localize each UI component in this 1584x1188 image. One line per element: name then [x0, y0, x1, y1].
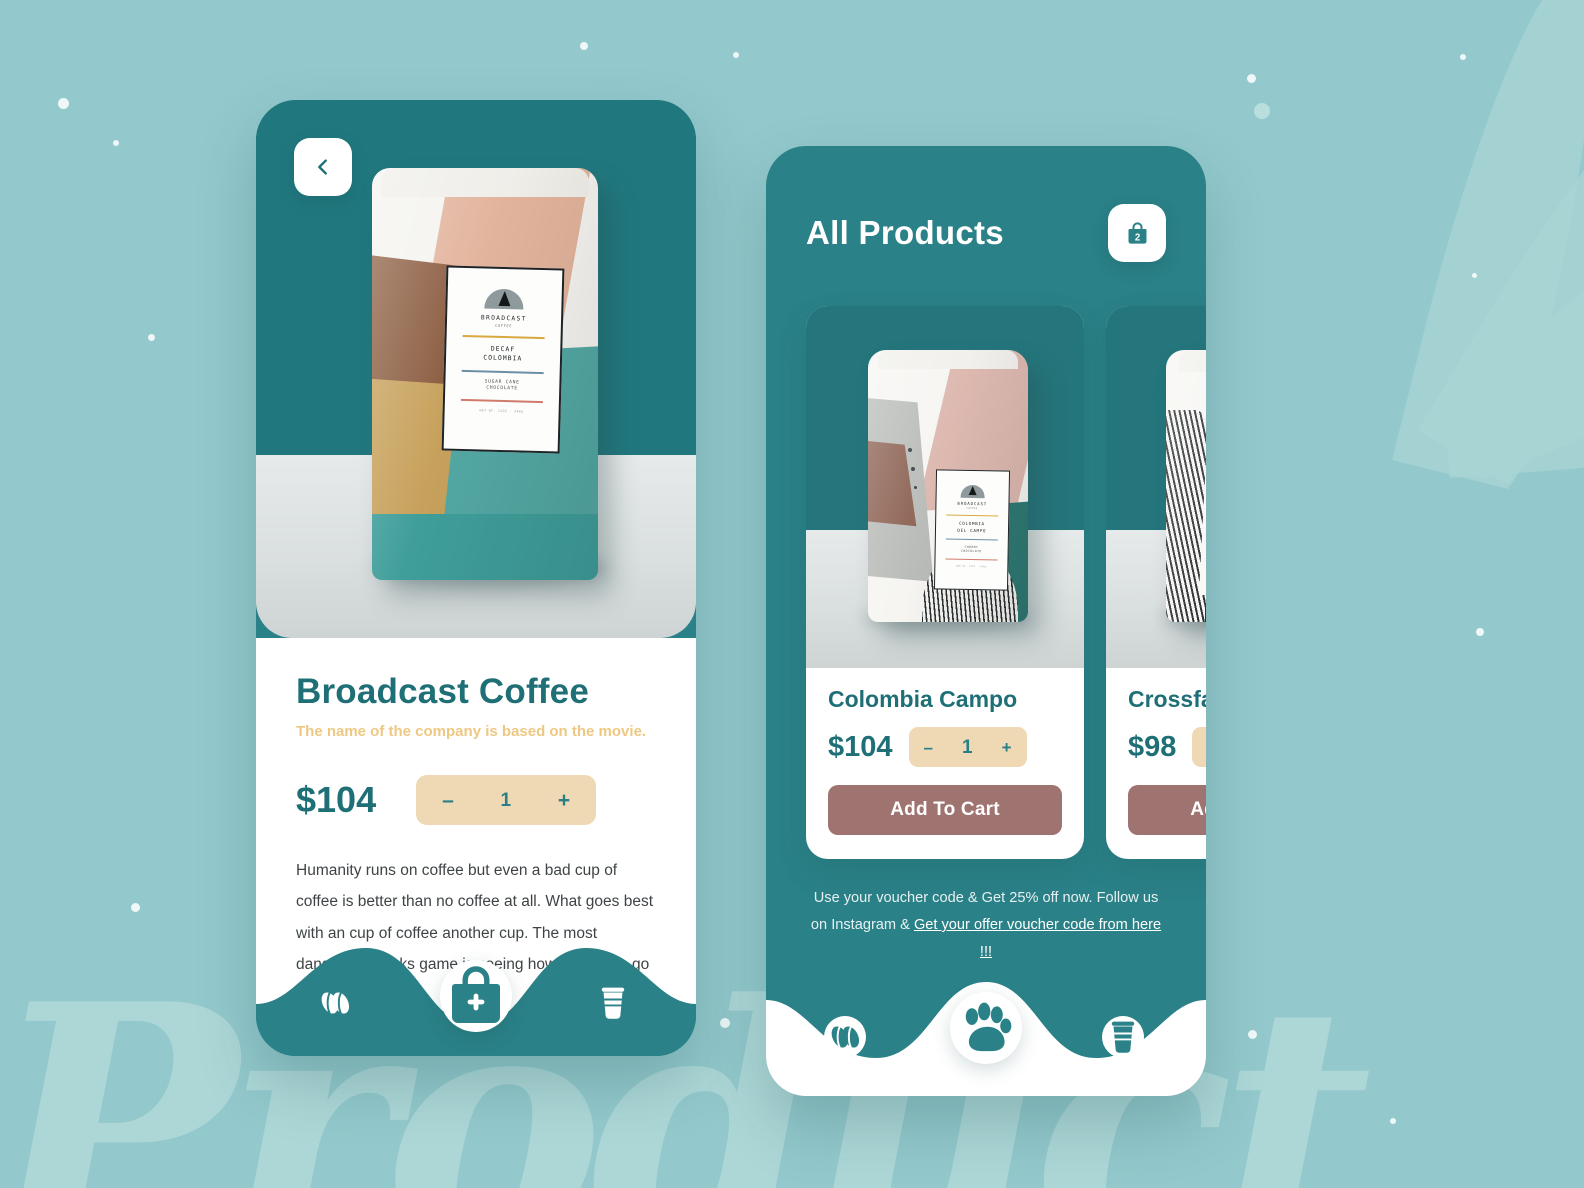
- decor-dot: [148, 334, 155, 341]
- chevron-left-icon: [318, 159, 327, 175]
- hero-image: BROADCAST COFFEE DECAF COLOMBIA SUGAR CA…: [256, 100, 696, 638]
- decor-dot: [1460, 54, 1466, 60]
- coffee-bag-body: [1166, 350, 1206, 622]
- bag-front-label: BROADCAST COFFEE DECAF COLOMBIA SUGAR CA…: [441, 265, 565, 454]
- product-photo: BROADCAST COFFEE CROSSFADE JAM CHOCOLATE…: [1106, 306, 1206, 668]
- bag-label-weight: NET WT. 12OZ · 340g: [956, 564, 987, 569]
- logo-triangle: [968, 485, 977, 496]
- page-title: Broadcast Coffee: [296, 672, 589, 711]
- coffee-bag: BROADCAST COFFEE COLOMBIA DEL CAMPO CHER…: [868, 350, 1028, 622]
- stepper-plus-button[interactable]: +: [1002, 739, 1012, 756]
- bag-label-brand-sub: COFFEE: [966, 506, 978, 510]
- nav-icon-row: [256, 934, 696, 1056]
- label-rule-blue: [946, 537, 998, 541]
- cart-badge-count: 2: [1134, 232, 1139, 243]
- bag-label-name-2: COLOMBIA: [483, 353, 523, 363]
- label-rule-gold: [946, 514, 999, 517]
- product-card[interactable]: BROADCAST COFFEE CROSSFADE JAM CHOCOLATE…: [1106, 306, 1206, 859]
- paw-print-icon: [965, 1002, 1012, 1052]
- label-rule-blue: [461, 369, 544, 374]
- decor-dot: [733, 52, 739, 58]
- label-rule-red: [461, 398, 543, 403]
- quantity-stepper[interactable]: – 1 +: [1192, 727, 1206, 767]
- product-tagline: The name of the company is based on the …: [296, 723, 647, 740]
- bag-front-label: BROADCAST COFFEE COLOMBIA DEL CAMPO CHER…: [934, 469, 1010, 590]
- product-card-list: BROADCAST COFFEE COLOMBIA DEL CAMPO CHER…: [766, 306, 1206, 859]
- price-row: $104 – 1 +: [296, 775, 656, 825]
- product-name: Crossfade Blend: [1128, 686, 1206, 712]
- bag-label-name-1: DECAF: [491, 344, 516, 354]
- quantity-stepper[interactable]: – 1 +: [416, 775, 597, 825]
- bag-logo-mark: [960, 484, 985, 498]
- product-card-info: Colombia Campo $104 – 1 + Add To Cart: [806, 668, 1084, 859]
- nav-paw[interactable]: [950, 992, 1022, 1064]
- nav-cup[interactable]: [592, 982, 634, 1024]
- bag-label-notes-2: CHOCOLATE: [961, 548, 982, 554]
- product-price: $104: [296, 779, 377, 820]
- product-detail-screen: BROADCAST COFFEE DECAF COLOMBIA SUGAR CA…: [256, 100, 696, 1056]
- product-price: $104: [828, 730, 893, 763]
- stepper-plus-button[interactable]: +: [558, 790, 570, 811]
- stepper-minus-button[interactable]: –: [924, 739, 933, 756]
- coffee-cup-icon: [1111, 1021, 1135, 1053]
- back-button[interactable]: [294, 138, 352, 196]
- decor-dot: [720, 1018, 730, 1028]
- decor-dot: [1390, 1118, 1396, 1124]
- product-price: $98: [1128, 730, 1177, 763]
- shopping-bag-icon: 2: [1128, 221, 1146, 244]
- logo-triangle: [498, 290, 511, 306]
- label-rule-red: [945, 557, 998, 561]
- decor-dot: [113, 140, 119, 146]
- product-card-info: Crossfade Blend $98 – 1 + Add To Cart: [1106, 668, 1206, 859]
- cart-button[interactable]: 2: [1108, 204, 1166, 262]
- page-title: All Products: [806, 214, 1004, 251]
- nav-beans[interactable]: [824, 1016, 866, 1058]
- bottom-navigation: [256, 934, 696, 1056]
- coffee-bag: BROADCAST COFFEE CROSSFADE JAM CHOCOLATE…: [1166, 350, 1206, 622]
- bag-label-brand-sub: COFFEE: [495, 323, 513, 329]
- decor-dot: [580, 42, 588, 50]
- stepper-quantity-value: 1: [961, 736, 973, 758]
- product-photo: BROADCAST COFFEE COLOMBIA DEL CAMPO CHER…: [806, 306, 1084, 668]
- bag-label-weight: NET WT. 12OZ · 340g: [479, 408, 524, 414]
- bag-logo-mark: [485, 288, 525, 310]
- label-rule-gold: [462, 334, 545, 339]
- add-to-cart-button[interactable]: Add To Cart: [1128, 785, 1206, 835]
- decor-dot: [1472, 273, 1477, 278]
- bag-label-brand: BROADCAST: [957, 500, 988, 507]
- all-products-screen: All Products 2 BROADCAST COFFEE COLOMBIA…: [766, 146, 1206, 1096]
- product-card[interactable]: BROADCAST COFFEE COLOMBIA DEL CAMPO CHER…: [806, 306, 1084, 859]
- price-row: $98 – 1 +: [1128, 727, 1206, 767]
- coffee-cup-icon: [601, 987, 625, 1019]
- voucher-banner: Use your voucher code & Get 25% off now.…: [766, 859, 1206, 966]
- nav-beans[interactable]: [314, 982, 356, 1024]
- shopping-bag-icon: [452, 966, 500, 1023]
- coffee-beans-icon: [831, 1026, 860, 1048]
- decor-dot: [58, 98, 69, 109]
- nav-cup[interactable]: [1102, 1016, 1144, 1058]
- price-row: $104 – 1 +: [828, 727, 1062, 767]
- list-header: All Products 2: [766, 146, 1206, 262]
- decor-dot: [1247, 74, 1256, 83]
- product-name: Colombia Campo: [828, 686, 1018, 712]
- bag-label-name-2: DEL CAMPO: [957, 526, 987, 533]
- decor-dot: [1476, 628, 1484, 636]
- add-to-cart-button[interactable]: Add To Cart: [828, 785, 1062, 835]
- decor-dot: [131, 903, 140, 912]
- voucher-link[interactable]: Get your offer voucher code from here !!…: [914, 917, 1161, 960]
- quantity-stepper[interactable]: – 1 +: [908, 727, 1027, 767]
- bag-label-brand: BROADCAST: [481, 314, 528, 323]
- stepper-quantity-value: 1: [500, 789, 512, 811]
- bag-label-notes-2: CHOCOLATE: [486, 385, 519, 392]
- decor-dot: [1248, 1030, 1257, 1039]
- decor-dot: [1254, 103, 1270, 119]
- bottom-navigation: [766, 974, 1206, 1096]
- bag-gloss: [1166, 350, 1206, 622]
- coffee-beans-icon: [321, 992, 350, 1014]
- nav-bag[interactable]: [440, 960, 512, 1032]
- stepper-minus-button[interactable]: –: [442, 790, 454, 811]
- coffee-bag: BROADCAST COFFEE DECAF COLOMBIA SUGAR CA…: [372, 168, 598, 580]
- nav-icon-row: [766, 974, 1206, 1096]
